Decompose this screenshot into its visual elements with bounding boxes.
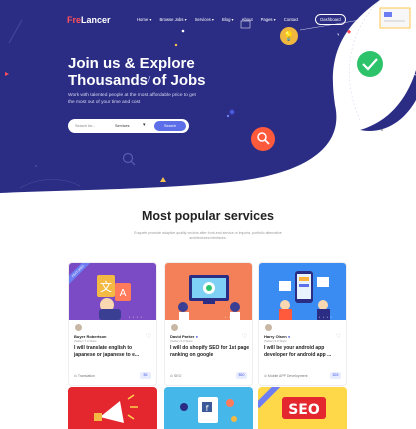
- search-input[interactable]: Search for...: [75, 124, 95, 128]
- seo-label: SEO: [288, 402, 320, 418]
- service-title[interactable]: I will do shopify SEO for 1st page ranki…: [170, 345, 250, 359]
- avatar: [170, 323, 179, 332]
- top-navigation: FreLancer Home ▾ Browse Jobs ▾ Services …: [0, 0, 416, 38]
- carousel-dots[interactable]: • • • •: [129, 315, 143, 319]
- svg-text:A: A: [120, 288, 127, 299]
- service-card[interactable]: • • • • David Parker ● (Seller) 5.0 Star…: [164, 262, 253, 386]
- seo-illustration: [165, 263, 252, 320]
- service-title[interactable]: I will translate english to japanese or …: [74, 345, 154, 359]
- heart-icon[interactable]: ♡: [242, 333, 247, 340]
- nav-link-contact[interactable]: Contact: [284, 17, 298, 22]
- service-card[interactable]: 文 A FEATURED • • • • Buyer Robertson (Se…: [68, 262, 157, 386]
- service-card-image[interactable]: f: [164, 387, 253, 429]
- svg-text:f: f: [206, 404, 209, 413]
- hero-subtitle: Work with talented people at the most af…: [68, 93, 196, 105]
- nav-link-browse-jobs[interactable]: Browse Jobs ▾: [159, 17, 186, 22]
- nav-link-home[interactable]: Home ▾: [137, 17, 151, 22]
- nav-link-pages[interactable]: Pages ▾: [261, 17, 276, 22]
- nav-link-about[interactable]: About: [242, 17, 253, 22]
- service-title[interactable]: I will be your android app developer for…: [264, 345, 344, 359]
- carousel-dots[interactable]: • • • •: [225, 315, 239, 319]
- social-media-illustration: f: [164, 387, 253, 429]
- heart-icon[interactable]: ♡: [146, 333, 151, 340]
- category-select[interactable]: Services: [115, 124, 130, 128]
- dashboard-button[interactable]: Dashboard: [315, 14, 346, 25]
- seller-rating: (Seller) 7.0 Stars: [74, 339, 97, 343]
- price-badge: $5: [140, 372, 151, 379]
- service-card[interactable]: • • • • Harry Olsen ● (Seller) 5.0 Stars…: [258, 262, 347, 386]
- megaphone-illustration: [68, 387, 157, 429]
- price-badge: $50: [236, 372, 247, 379]
- carousel-dots[interactable]: • • • •: [319, 315, 333, 319]
- chevron-down-icon: ▾: [143, 122, 146, 128]
- section-title: Most popular services: [142, 209, 274, 223]
- nav-link-blog[interactable]: Blog ▾: [222, 17, 234, 22]
- seller-rating: (Seller) 5.0 Stars: [264, 339, 287, 343]
- avatar: [74, 323, 83, 332]
- heart-icon[interactable]: ♡: [336, 333, 341, 340]
- seo-text-illustration: SEO: [258, 387, 347, 429]
- service-category: ⊙ SEO: [170, 374, 182, 378]
- service-category: ⊙ Mobile APP Development: [264, 374, 308, 378]
- price-badge: $28: [330, 372, 341, 379]
- hero-section: 💡 FreLancer Home ▾ Browse Jobs ▾ Service…: [0, 0, 416, 193]
- service-card-image[interactable]: SEO: [258, 387, 347, 429]
- hero-title: Join us & Explore Thousands of Jobs: [68, 55, 206, 89]
- translation-illustration: 文 A: [69, 263, 156, 320]
- section-subtitle: Enquete promote adaptive quality vectors…: [134, 231, 282, 240]
- hero-search-bar: Search for... Services ▾ Search: [68, 119, 189, 133]
- logo[interactable]: FreLancer: [67, 15, 111, 25]
- service-category: ⊙ Translation: [74, 374, 96, 378]
- app-dev-illustration: [259, 263, 346, 320]
- nav-link-services[interactable]: Services ▾: [195, 17, 214, 22]
- nav-links: Home ▾ Browse Jobs ▾ Services ▾ Blog ▾ A…: [137, 17, 298, 22]
- seller-rating: (Seller) 5.0 Stars: [170, 339, 193, 343]
- service-card-image[interactable]: [68, 387, 157, 429]
- avatar: [264, 323, 273, 332]
- search-button[interactable]: Search: [154, 121, 186, 131]
- svg-text:文: 文: [100, 279, 112, 294]
